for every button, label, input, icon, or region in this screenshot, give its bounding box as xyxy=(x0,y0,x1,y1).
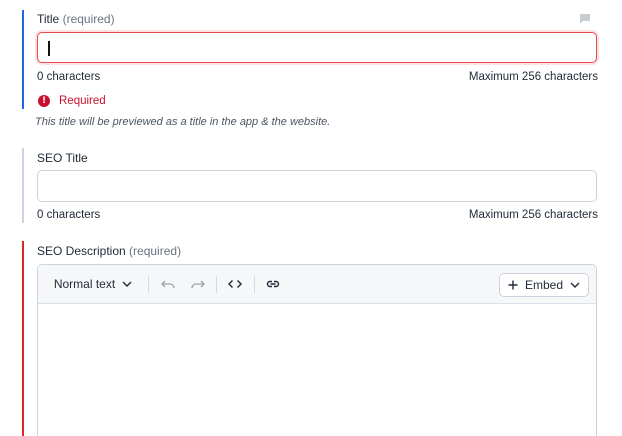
seo-description-label: SEO Description (required) xyxy=(37,244,182,258)
editor-content-area[interactable] xyxy=(38,304,596,436)
toolbar-divider xyxy=(216,276,217,293)
required-note: (required) xyxy=(62,12,115,26)
title-max-chars: Maximum 256 characters xyxy=(468,71,598,83)
seo-title-label: SEO Title xyxy=(37,151,88,165)
embed-label: Embed xyxy=(524,278,564,292)
plus-icon xyxy=(508,280,518,290)
embed-button[interactable]: Embed xyxy=(499,273,589,297)
link-button[interactable] xyxy=(262,265,284,303)
redo-button[interactable] xyxy=(187,265,209,303)
seo-description-bar xyxy=(22,241,24,436)
seo-title-input[interactable] xyxy=(37,170,597,202)
toolbar-divider xyxy=(148,276,149,293)
title-error: ! Required xyxy=(38,95,106,107)
code-icon xyxy=(228,279,242,289)
editor-toolbar: Normal text Embed xyxy=(38,265,596,304)
seo-title-char-count: 0 characters xyxy=(37,209,101,221)
error-icon: ! xyxy=(38,95,50,107)
seo-title-bar xyxy=(22,148,24,223)
code-button[interactable] xyxy=(224,265,246,303)
seo-title-max-chars: Maximum 256 characters xyxy=(468,209,598,221)
title-label: Title (required) xyxy=(37,12,115,26)
redo-icon xyxy=(191,279,205,289)
title-input[interactable] xyxy=(37,32,597,63)
toolbar-divider xyxy=(254,276,255,293)
text-style-label: Normal text xyxy=(53,277,116,291)
chevron-down-icon xyxy=(122,281,132,287)
title-field-bar xyxy=(22,10,24,109)
link-icon xyxy=(266,279,280,289)
undo-icon xyxy=(161,279,175,289)
seo-description-editor[interactable]: Normal text Embed xyxy=(37,264,597,436)
chevron-down-icon xyxy=(570,282,580,288)
comment-icon[interactable] xyxy=(579,13,591,24)
title-error-text: Required xyxy=(59,95,106,107)
required-note: (required) xyxy=(129,244,182,258)
title-hint: This title will be previewed as a title … xyxy=(35,116,331,128)
undo-button[interactable] xyxy=(157,265,179,303)
text-caret xyxy=(48,41,50,56)
text-style-dropdown[interactable]: Normal text xyxy=(48,265,138,303)
title-char-count: 0 characters xyxy=(37,71,101,83)
